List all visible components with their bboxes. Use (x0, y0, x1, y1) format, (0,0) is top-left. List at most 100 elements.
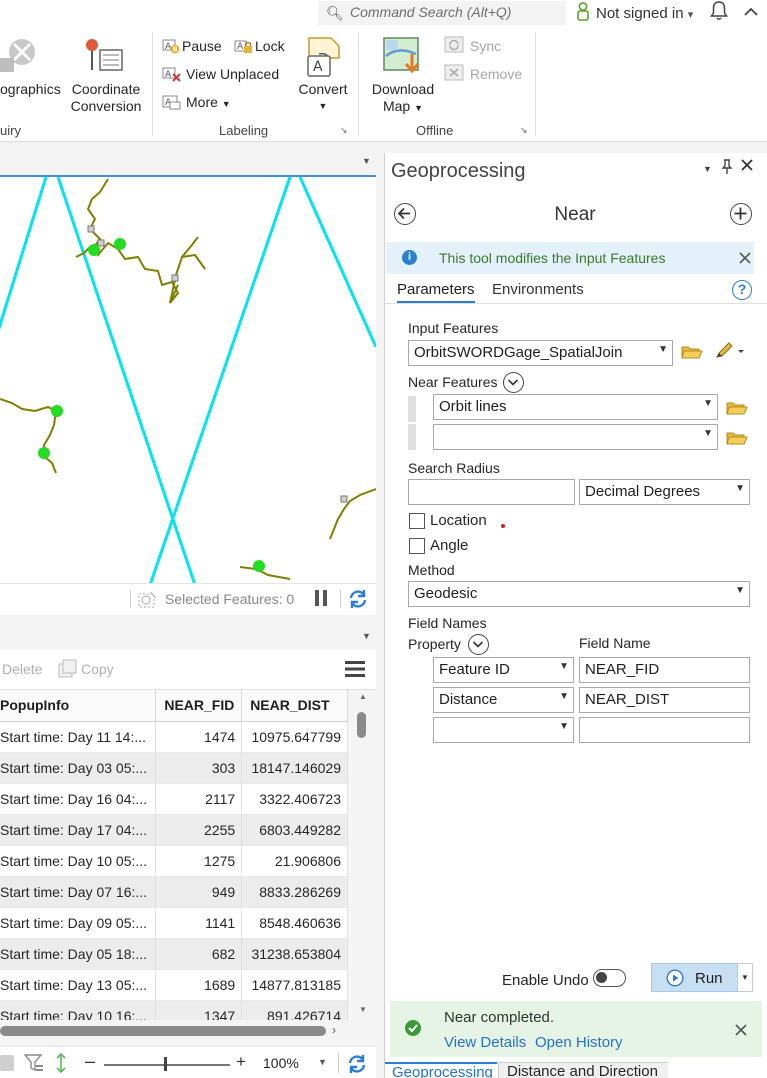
cell-near-fid[interactable]: 1347 (155, 1000, 243, 1020)
location-checkbox[interactable] (409, 513, 425, 529)
cell-near-dist[interactable]: 891.426714 (241, 1000, 348, 1020)
table-row[interactable]: Start time: Day 05 18:... 682 31238.653804 (0, 938, 348, 970)
browse-folder-icon[interactable] (726, 400, 748, 419)
table-horizontal-scrollbar[interactable]: › (0, 1020, 376, 1044)
browse-folder-icon[interactable] (681, 344, 703, 363)
field-name-input-3[interactable] (579, 717, 750, 743)
zoom-out-button[interactable]: – (85, 1051, 95, 1072)
enable-undo-toggle[interactable] (593, 969, 626, 987)
cell-near-fid[interactable]: 682 (155, 938, 243, 970)
table-row[interactable]: Start time: Day 07 16:... 949 8833.286269 (0, 876, 348, 908)
command-search-input[interactable]: 🔍︎ Command Search (Alt+Q) (318, 1, 566, 25)
table-row[interactable]: Start time: Day 10 16:... 1347 891.426714 (0, 1000, 348, 1020)
bottom-tab-distance-direction[interactable]: Distance and Direction (498, 1062, 668, 1078)
table-vertical-scrollbar[interactable]: ▲ ▼ (348, 690, 376, 1020)
open-history-link[interactable]: Open History (535, 1034, 623, 1051)
view-unplaced-button[interactable]: A View Unplaced (162, 63, 279, 85)
close-icon[interactable] (735, 1023, 747, 1039)
near-features-dropdown-2[interactable]: ▼ (433, 424, 718, 450)
dialog-launcher-icon[interactable]: ↘ (520, 125, 528, 136)
more-labeling-button[interactable]: A More ▼ (162, 91, 231, 113)
search-radius-unit-dropdown[interactable]: Decimal Degrees ▼ (579, 479, 750, 505)
close-icon[interactable] (740, 158, 754, 175)
close-icon[interactable] (739, 251, 751, 267)
coordinate-conversion-button[interactable]: Coordinate Conversion (66, 81, 146, 115)
cell-popupinfo[interactable]: Start time: Day 07 16:... (0, 876, 157, 908)
cell-near-dist[interactable]: 8548.460636 (241, 907, 348, 939)
row-handle[interactable] (408, 396, 416, 422)
cell-near-dist[interactable]: 18147.146029 (241, 752, 348, 784)
cell-near-fid[interactable]: 1141 (155, 907, 243, 939)
cell-near-fid[interactable]: 1275 (155, 845, 243, 877)
geographics-button[interactable]: ographics (0, 81, 61, 98)
run-options-dropdown[interactable]: ▼ (737, 963, 753, 992)
cell-near-dist[interactable]: 21.906806 (241, 845, 348, 877)
convert-button[interactable]: Convert ▼ (292, 81, 354, 115)
method-dropdown[interactable]: Geodesic ▼ (408, 581, 750, 607)
scrollbar-thumb[interactable] (0, 1026, 326, 1036)
collapse-ribbon-icon[interactable] (743, 2, 759, 27)
zoom-level[interactable]: 100% (263, 1055, 299, 1071)
attribute-table[interactable]: PopupInfo NEAR_FID NEAR_DIST Start time:… (0, 690, 348, 1020)
table-row[interactable]: Start time: Day 13 05:... 1689 14877.81318… (0, 969, 348, 1001)
table-row[interactable]: Start time: Day 10 05:... 1275 21.906806 (0, 845, 348, 877)
cell-popupinfo[interactable]: Start time: Day 03 05:... (0, 752, 157, 784)
field-property-dropdown-1[interactable]: Feature ID ▼ (433, 657, 574, 683)
map-view[interactable] (0, 175, 376, 583)
near-features-dropdown-1[interactable]: Orbit lines ▼ (433, 394, 718, 420)
cell-near-fid[interactable]: 1689 (155, 969, 243, 1001)
table-row[interactable]: Start time: Day 11 14:... 1474 10975.64779… (0, 721, 348, 753)
pause-labels-button[interactable]: A Pause (162, 35, 222, 57)
cell-near-dist[interactable]: 10975.647799 (241, 721, 348, 753)
cell-popupinfo[interactable]: Start time: Day 10 16:... (0, 1000, 157, 1020)
browse-folder-icon[interactable] (726, 430, 748, 449)
row-handle[interactable] (408, 424, 416, 450)
chevron-down-icon[interactable]: ▼ (362, 631, 371, 641)
cell-near-dist[interactable]: 31238.653804 (241, 938, 348, 970)
run-button[interactable]: Run (651, 963, 738, 992)
cell-near-fid[interactable]: 949 (155, 876, 243, 908)
lock-labels-button[interactable]: A Lock (233, 35, 285, 57)
cell-popupinfo[interactable]: Start time: Day 11 14:... (0, 721, 157, 753)
cell-popupinfo[interactable]: Start time: Day 10 05:... (0, 845, 157, 877)
cell-popupinfo[interactable]: Start time: Day 09 05:... (0, 907, 157, 939)
zoom-in-button[interactable]: + (236, 1052, 246, 1072)
add-icon[interactable] (730, 203, 752, 225)
help-icon[interactable]: ? (732, 280, 752, 300)
field-property-dropdown-2[interactable]: Distance ▼ (433, 687, 574, 713)
cell-popupinfo[interactable]: Start time: Day 17 04:... (0, 814, 157, 846)
collapse-chevron-icon[interactable] (503, 372, 524, 393)
cell-near-dist[interactable]: 3322.406723 (241, 783, 348, 815)
table-row[interactable]: Start time: Day 16 04:... 2117 3322.406723 (0, 783, 348, 815)
table-option-icon[interactable] (0, 1055, 14, 1071)
scroll-down-arrow-icon[interactable]: ▼ (359, 1005, 367, 1014)
map-canvas[interactable] (0, 177, 376, 583)
cell-near-fid[interactable]: 2117 (155, 783, 243, 815)
cell-popupinfo[interactable]: Start time: Day 05 18:... (0, 938, 157, 970)
delete-button[interactable]: Delete (2, 661, 42, 677)
search-radius-input[interactable] (408, 479, 575, 505)
scroll-right-arrow-icon[interactable]: › (332, 1023, 336, 1037)
table-menu-icon[interactable] (345, 660, 365, 681)
scrollbar-thumb[interactable] (357, 712, 366, 738)
collapse-chevron-icon[interactable] (468, 634, 489, 655)
notification-bell-icon[interactable] (710, 0, 728, 27)
column-header-near-fid[interactable]: NEAR_FID (155, 690, 243, 722)
dialog-launcher-icon[interactable]: ↘ (340, 125, 348, 136)
table-row[interactable]: Start time: Day 17 04:... 2255 6803.449282 (0, 814, 348, 846)
refresh-icon[interactable] (346, 1053, 368, 1078)
cell-popupinfo[interactable]: Start time: Day 13 05:... (0, 969, 157, 1001)
scroll-up-arrow-icon[interactable]: ▲ (359, 692, 367, 701)
table-row[interactable]: Start time: Day 03 05:... 303 18147.146029 (0, 752, 348, 784)
copy-button[interactable]: Copy (81, 661, 114, 677)
sync-button[interactable]: Sync (444, 35, 501, 57)
refresh-icon[interactable] (347, 588, 369, 613)
cell-near-dist[interactable]: 14877.813185 (241, 969, 348, 1001)
cell-popupinfo[interactable]: Start time: Day 16 04:... (0, 783, 157, 815)
cell-near-dist[interactable]: 8833.286269 (241, 876, 348, 908)
zoom-slider[interactable] (104, 1064, 230, 1066)
chevron-down-icon[interactable]: ▼ (362, 156, 371, 166)
cell-near-dist[interactable]: 6803.449282 (241, 814, 348, 846)
table-row[interactable]: Start time: Day 09 05:... 1141 8548.460636 (0, 907, 348, 939)
input-features-dropdown[interactable]: OrbitSWORDGage_SpatialJoin ▼ (408, 340, 673, 366)
